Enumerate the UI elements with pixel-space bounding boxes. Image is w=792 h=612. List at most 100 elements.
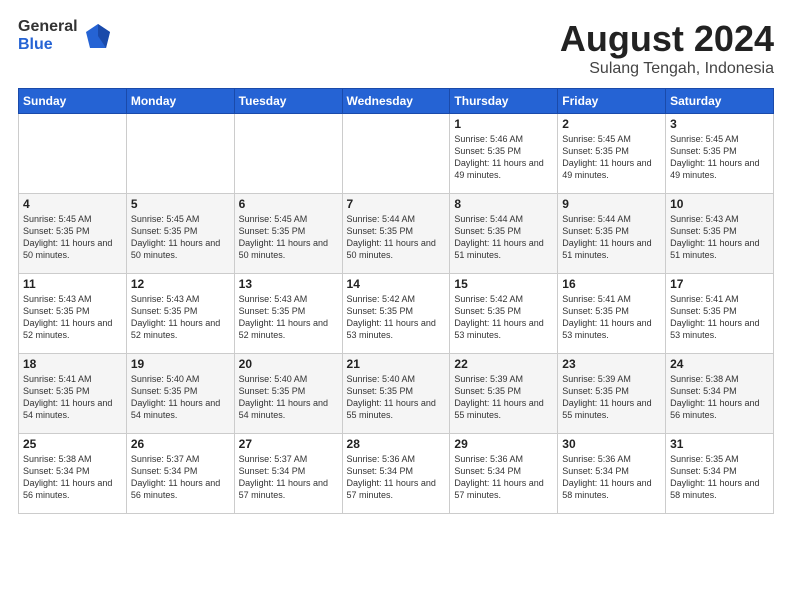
calendar-cell: 6 Sunrise: 5:45 AM Sunset: 5:35 PM Daylig…	[234, 194, 342, 274]
calendar-cell: 29Sunrise: 5:36 AM Sunset: 5:34 PM Dayli…	[450, 434, 558, 514]
day-info: Sunrise: 5:36 AM Sunset: 5:34 PM Dayligh…	[347, 453, 446, 502]
calendar-cell: 30 Sunrise: 5:36 AM Sunset: 5:34 PM Dayli…	[558, 434, 666, 514]
header: General Blue August 2024 Sulang Tengah, …	[18, 18, 774, 78]
day-info: Sunrise: 5:39 AM Sunset: 5:35 PM Dayligh…	[562, 373, 661, 422]
day-info: Sunrise: 5:45 AM Sunset: 5:35 PM Dayligh…	[670, 133, 769, 182]
logo-icon	[82, 20, 114, 52]
day-number: 14	[347, 277, 446, 291]
day-number: 8	[454, 197, 553, 211]
calendar-header-monday: Monday	[126, 89, 234, 114]
logo-blue: Blue	[18, 36, 78, 54]
day-info: Sunrise: 5:37 AM Sunset: 5:34 PM Dayligh…	[239, 453, 338, 502]
day-info: Sunrise: 5:43 AM Sunset: 5:35 PM Dayligh…	[239, 293, 338, 342]
day-info: Sunrise: 5:40 AM Sunset: 5:35 PM Dayligh…	[347, 373, 446, 422]
calendar-header-friday: Friday	[558, 89, 666, 114]
day-number: 6	[239, 197, 338, 211]
day-number: 4	[23, 197, 122, 211]
calendar-cell: 11 Sunrise: 5:43 AM Sunset: 5:35 PM Dayli…	[19, 274, 127, 354]
day-info: Sunrise: 5:45 AM Sunset: 5:35 PM Dayligh…	[23, 213, 122, 262]
day-number: 2	[562, 117, 661, 131]
calendar-cell: 19 Sunrise: 5:40 AM Sunset: 5:35 PM Dayli…	[126, 354, 234, 434]
day-info: Sunrise: 5:42 AM Sunset: 5:35 PM Dayligh…	[454, 293, 553, 342]
calendar-header-sunday: Sunday	[19, 89, 127, 114]
calendar-header-row: SundayMondayTuesdayWednesdayThursdayFrid…	[19, 89, 774, 114]
day-number: 3	[670, 117, 769, 131]
calendar-cell: 23Sunrise: 5:39 AM Sunset: 5:35 PM Dayli…	[558, 354, 666, 434]
calendar-cell: 21 Sunrise: 5:40 AM Sunset: 5:35 PM Dayli…	[342, 354, 450, 434]
day-info: Sunrise: 5:44 AM Sunset: 5:35 PM Dayligh…	[347, 213, 446, 262]
day-info: Sunrise: 5:40 AM Sunset: 5:35 PM Dayligh…	[239, 373, 338, 422]
day-info: Sunrise: 5:41 AM Sunset: 5:35 PM Dayligh…	[670, 293, 769, 342]
day-number: 31	[670, 437, 769, 451]
month-year: August 2024	[560, 18, 774, 60]
day-number: 18	[23, 357, 122, 371]
logo: General Blue	[18, 18, 114, 53]
day-number: 17	[670, 277, 769, 291]
day-number: 15	[454, 277, 553, 291]
day-info: Sunrise: 5:38 AM Sunset: 5:34 PM Dayligh…	[670, 373, 769, 422]
day-number: 19	[131, 357, 230, 371]
day-info: Sunrise: 5:42 AM Sunset: 5:35 PM Dayligh…	[347, 293, 446, 342]
day-info: Sunrise: 5:40 AM Sunset: 5:35 PM Dayligh…	[131, 373, 230, 422]
day-number: 25	[23, 437, 122, 451]
day-number: 28	[347, 437, 446, 451]
calendar-cell: 26 Sunrise: 5:37 AM Sunset: 5:34 PM Dayli…	[126, 434, 234, 514]
calendar-week-4: 18 Sunrise: 5:41 AM Sunset: 5:35 PM Dayli…	[19, 354, 774, 434]
calendar-cell: 12 Sunrise: 5:43 AM Sunset: 5:35 PM Dayli…	[126, 274, 234, 354]
day-number: 9	[562, 197, 661, 211]
day-info: Sunrise: 5:45 AM Sunset: 5:35 PM Dayligh…	[562, 133, 661, 182]
calendar-cell: 14 Sunrise: 5:42 AM Sunset: 5:35 PM Dayli…	[342, 274, 450, 354]
calendar-cell: 25 Sunrise: 5:38 AM Sunset: 5:34 PM Dayli…	[19, 434, 127, 514]
calendar-cell: 4 Sunrise: 5:45 AM Sunset: 5:35 PM Daylig…	[19, 194, 127, 274]
day-number: 26	[131, 437, 230, 451]
day-number: 24	[670, 357, 769, 371]
day-number: 29	[454, 437, 553, 451]
day-number: 21	[347, 357, 446, 371]
day-number: 30	[562, 437, 661, 451]
calendar-header-tuesday: Tuesday	[234, 89, 342, 114]
calendar-header-wednesday: Wednesday	[342, 89, 450, 114]
day-number: 16	[562, 277, 661, 291]
calendar-cell: 5 Sunrise: 5:45 AM Sunset: 5:35 PM Daylig…	[126, 194, 234, 274]
logo-general: General	[18, 18, 78, 36]
day-number: 11	[23, 277, 122, 291]
day-info: Sunrise: 5:43 AM Sunset: 5:35 PM Dayligh…	[23, 293, 122, 342]
calendar-week-3: 11 Sunrise: 5:43 AM Sunset: 5:35 PM Dayli…	[19, 274, 774, 354]
day-info: Sunrise: 5:38 AM Sunset: 5:34 PM Dayligh…	[23, 453, 122, 502]
day-info: Sunrise: 5:45 AM Sunset: 5:35 PM Dayligh…	[239, 213, 338, 262]
day-info: Sunrise: 5:44 AM Sunset: 5:35 PM Dayligh…	[454, 213, 553, 262]
title-block: August 2024 Sulang Tengah, Indonesia	[560, 18, 774, 78]
calendar-week-1: 1Sunrise: 5:46 AM Sunset: 5:35 PM Daylig…	[19, 114, 774, 194]
calendar-cell	[19, 114, 127, 194]
calendar-cell: 10Sunrise: 5:43 AM Sunset: 5:35 PM Dayli…	[666, 194, 774, 274]
calendar-header-thursday: Thursday	[450, 89, 558, 114]
calendar-cell: 1Sunrise: 5:46 AM Sunset: 5:35 PM Daylig…	[450, 114, 558, 194]
calendar-cell: 8 Sunrise: 5:44 AM Sunset: 5:35 PM Daylig…	[450, 194, 558, 274]
calendar-cell: 16 Sunrise: 5:41 AM Sunset: 5:35 PM Dayli…	[558, 274, 666, 354]
day-info: Sunrise: 5:41 AM Sunset: 5:35 PM Dayligh…	[562, 293, 661, 342]
calendar-cell: 28 Sunrise: 5:36 AM Sunset: 5:34 PM Dayli…	[342, 434, 450, 514]
day-number: 27	[239, 437, 338, 451]
day-info: Sunrise: 5:36 AM Sunset: 5:34 PM Dayligh…	[562, 453, 661, 502]
day-number: 20	[239, 357, 338, 371]
calendar-cell: 9 Sunrise: 5:44 AM Sunset: 5:35 PM Daylig…	[558, 194, 666, 274]
calendar-cell: 7Sunrise: 5:44 AM Sunset: 5:35 PM Daylig…	[342, 194, 450, 274]
calendar-cell: 22 Sunrise: 5:39 AM Sunset: 5:35 PM Dayli…	[450, 354, 558, 434]
calendar-cell: 2 Sunrise: 5:45 AM Sunset: 5:35 PM Daylig…	[558, 114, 666, 194]
calendar-cell	[234, 114, 342, 194]
calendar-cell	[126, 114, 234, 194]
day-info: Sunrise: 5:43 AM Sunset: 5:35 PM Dayligh…	[670, 213, 769, 262]
calendar-cell: 15 Sunrise: 5:42 AM Sunset: 5:35 PM Dayli…	[450, 274, 558, 354]
day-info: Sunrise: 5:44 AM Sunset: 5:35 PM Dayligh…	[562, 213, 661, 262]
day-info: Sunrise: 5:37 AM Sunset: 5:34 PM Dayligh…	[131, 453, 230, 502]
day-info: Sunrise: 5:39 AM Sunset: 5:35 PM Dayligh…	[454, 373, 553, 422]
calendar-cell: 13Sunrise: 5:43 AM Sunset: 5:35 PM Dayli…	[234, 274, 342, 354]
calendar-cell: 27 Sunrise: 5:37 AM Sunset: 5:34 PM Dayli…	[234, 434, 342, 514]
day-info: Sunrise: 5:46 AM Sunset: 5:35 PM Dayligh…	[454, 133, 553, 182]
day-number: 22	[454, 357, 553, 371]
day-info: Sunrise: 5:45 AM Sunset: 5:35 PM Dayligh…	[131, 213, 230, 262]
day-number: 12	[131, 277, 230, 291]
day-info: Sunrise: 5:43 AM Sunset: 5:35 PM Dayligh…	[131, 293, 230, 342]
day-info: Sunrise: 5:41 AM Sunset: 5:35 PM Dayligh…	[23, 373, 122, 422]
day-number: 5	[131, 197, 230, 211]
